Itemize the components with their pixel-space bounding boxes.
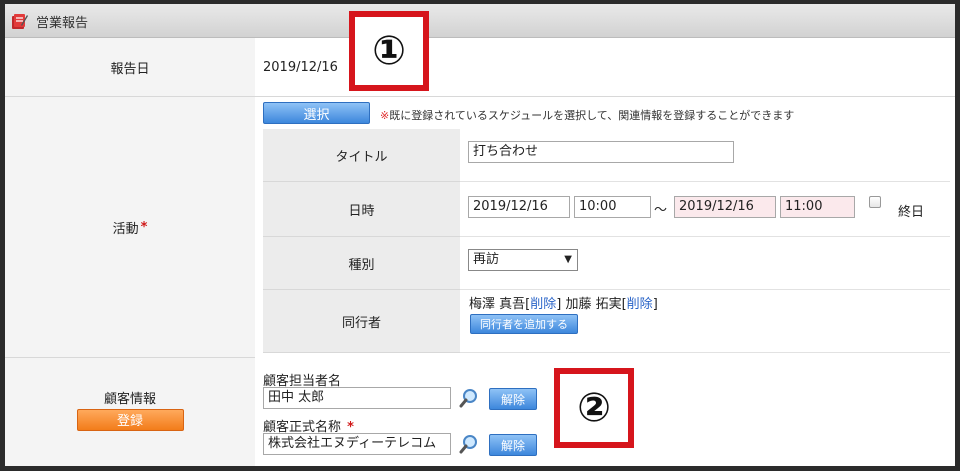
note-mark: ※ — [380, 109, 390, 122]
add-companion-button[interactable]: 同行者を追加する — [470, 314, 578, 334]
allday-checkbox[interactable] — [869, 196, 881, 208]
title-label-cell: タイトル — [263, 129, 460, 182]
company-input[interactable]: 株式会社エヌディーテレコム — [263, 433, 451, 455]
release-company-button[interactable]: 解除 — [489, 434, 537, 456]
companion-delete-link[interactable]: 削除 — [530, 297, 556, 312]
datetime-label-cell: 日時 — [263, 182, 460, 237]
customer-label-cell: 顧客情報 登録 — [5, 358, 255, 466]
activity-required-mark: * — [140, 219, 148, 235]
callout-two: ② — [554, 368, 634, 448]
companion-name: 加藤 拓実 — [565, 297, 622, 312]
type-label-cell: 種別 — [263, 237, 460, 290]
activity-label-cell: 活動 * — [5, 97, 255, 358]
companion-name: 梅澤 真吾 — [469, 297, 526, 312]
search-icon[interactable] — [458, 433, 480, 455]
title-label: タイトル — [335, 149, 388, 165]
note-text: 既に登録されているスケジュールを選択して、関連情報を登録することができます — [389, 109, 795, 122]
end-time-input[interactable]: 11:00 — [780, 196, 855, 218]
customer-label: 顧客情報 — [103, 391, 156, 407]
report-date-value: 2019/12/16 — [263, 60, 338, 75]
register-customer-button[interactable]: 登録 — [76, 408, 184, 431]
form-header: 営業報告 — [5, 4, 955, 38]
companion-delete-link[interactable]: 削除 — [627, 297, 653, 312]
release-contact-button[interactable]: 解除 — [489, 388, 537, 410]
end-date-input[interactable]: 2019/12/16 — [674, 196, 776, 218]
companions-label: 同行者 — [341, 315, 381, 331]
start-time-input[interactable]: 10:00 — [574, 196, 651, 218]
search-icon[interactable] — [458, 387, 480, 409]
schedule-note: ※既に登録されているスケジュールを選択して、関連情報を登録することができます — [380, 107, 794, 123]
callout-one: ① — [349, 11, 429, 91]
dropdown-arrow-icon: ▼ — [564, 254, 572, 265]
start-date-input[interactable]: 2019/12/16 — [468, 196, 570, 218]
contact-input[interactable]: 田中 太郎 — [263, 387, 451, 409]
select-schedule-button[interactable]: 選択 — [263, 102, 370, 124]
type-select-value: 再訪 — [473, 252, 500, 267]
companions-list: 梅澤 真吾[削除] 加藤 拓実[削除] — [469, 297, 658, 312]
allday-label: 終日 — [898, 205, 925, 220]
report-icon — [9, 11, 29, 31]
type-select[interactable]: 再訪 ▼ — [468, 249, 578, 271]
report-date-label: 報告日 — [110, 61, 150, 77]
type-label: 種別 — [348, 257, 375, 273]
companions-label-cell: 同行者 — [263, 290, 460, 353]
page-title: 営業報告 — [36, 16, 89, 31]
title-input[interactable]: 打ち合わせ — [468, 141, 734, 163]
datetime-label: 日時 — [348, 203, 375, 219]
activity-label: 活動 — [112, 221, 139, 237]
sales-report-form: 営業報告 報告日 2019/12/16 活動 * 選択 ※既に登録されているスケジ… — [5, 4, 955, 466]
report-date-label-cell: 報告日 — [5, 38, 255, 97]
range-separator: ～ — [654, 203, 668, 218]
